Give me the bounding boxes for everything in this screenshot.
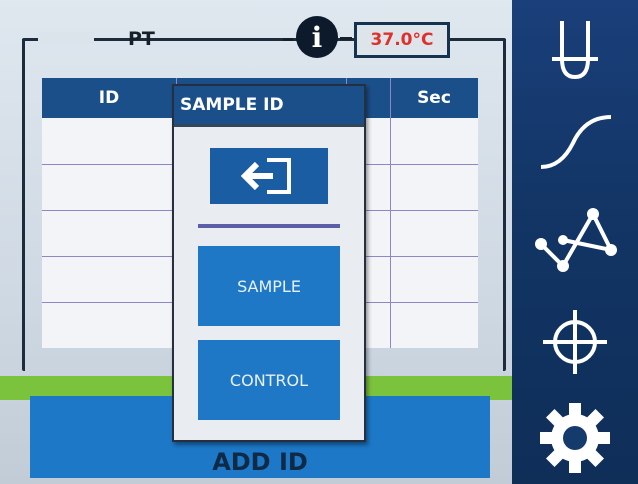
connector-line: [283, 38, 293, 41]
device-screen: PT i 37.0°C ID Sec ADD ID SAMPLE ID SAMP…: [0, 0, 638, 484]
popup-title-underline: [174, 124, 364, 127]
popup-divider: [198, 224, 340, 228]
sample-button[interactable]: SAMPLE: [198, 246, 340, 326]
table-column-divider: [390, 78, 391, 348]
sidebar-item-test[interactable]: [512, 4, 638, 96]
test-tube-icon: [552, 21, 598, 80]
main-area: PT i 37.0°C ID Sec ADD ID SAMPLE ID SAMP…: [0, 0, 520, 484]
graph-network-icon: [535, 208, 617, 272]
connector-line: [340, 37, 352, 40]
add-id-label: ADD ID: [212, 448, 308, 476]
sidebar-item-settings[interactable]: [512, 392, 638, 484]
sample-id-popup: SAMPLE ID SAMPLE CONTROL: [172, 84, 366, 442]
info-icon[interactable]: i: [296, 16, 338, 58]
sidebar-item-target[interactable]: [512, 296, 638, 388]
popup-title: SAMPLE ID: [174, 86, 364, 124]
sidebar-item-graph[interactable]: [512, 192, 638, 284]
control-button-label: CONTROL: [229, 370, 309, 390]
sidebar-item-curve[interactable]: [512, 96, 638, 188]
control-button[interactable]: CONTROL: [198, 340, 340, 420]
column-header-sec: Sec: [417, 88, 451, 108]
login-button[interactable]: [210, 148, 328, 204]
sample-button-label: SAMPLE: [237, 276, 301, 296]
crosshair-icon: [543, 310, 607, 374]
sigmoid-curve-icon: [540, 115, 612, 169]
test-title: PT: [128, 28, 155, 50]
login-arrow-icon: [241, 158, 291, 194]
column-header-id: ID: [98, 88, 120, 108]
temperature-readout: 37.0°C: [354, 22, 450, 58]
frame-gap: [38, 32, 94, 44]
sidebar: [512, 0, 638, 484]
gear-icon: [540, 403, 610, 473]
